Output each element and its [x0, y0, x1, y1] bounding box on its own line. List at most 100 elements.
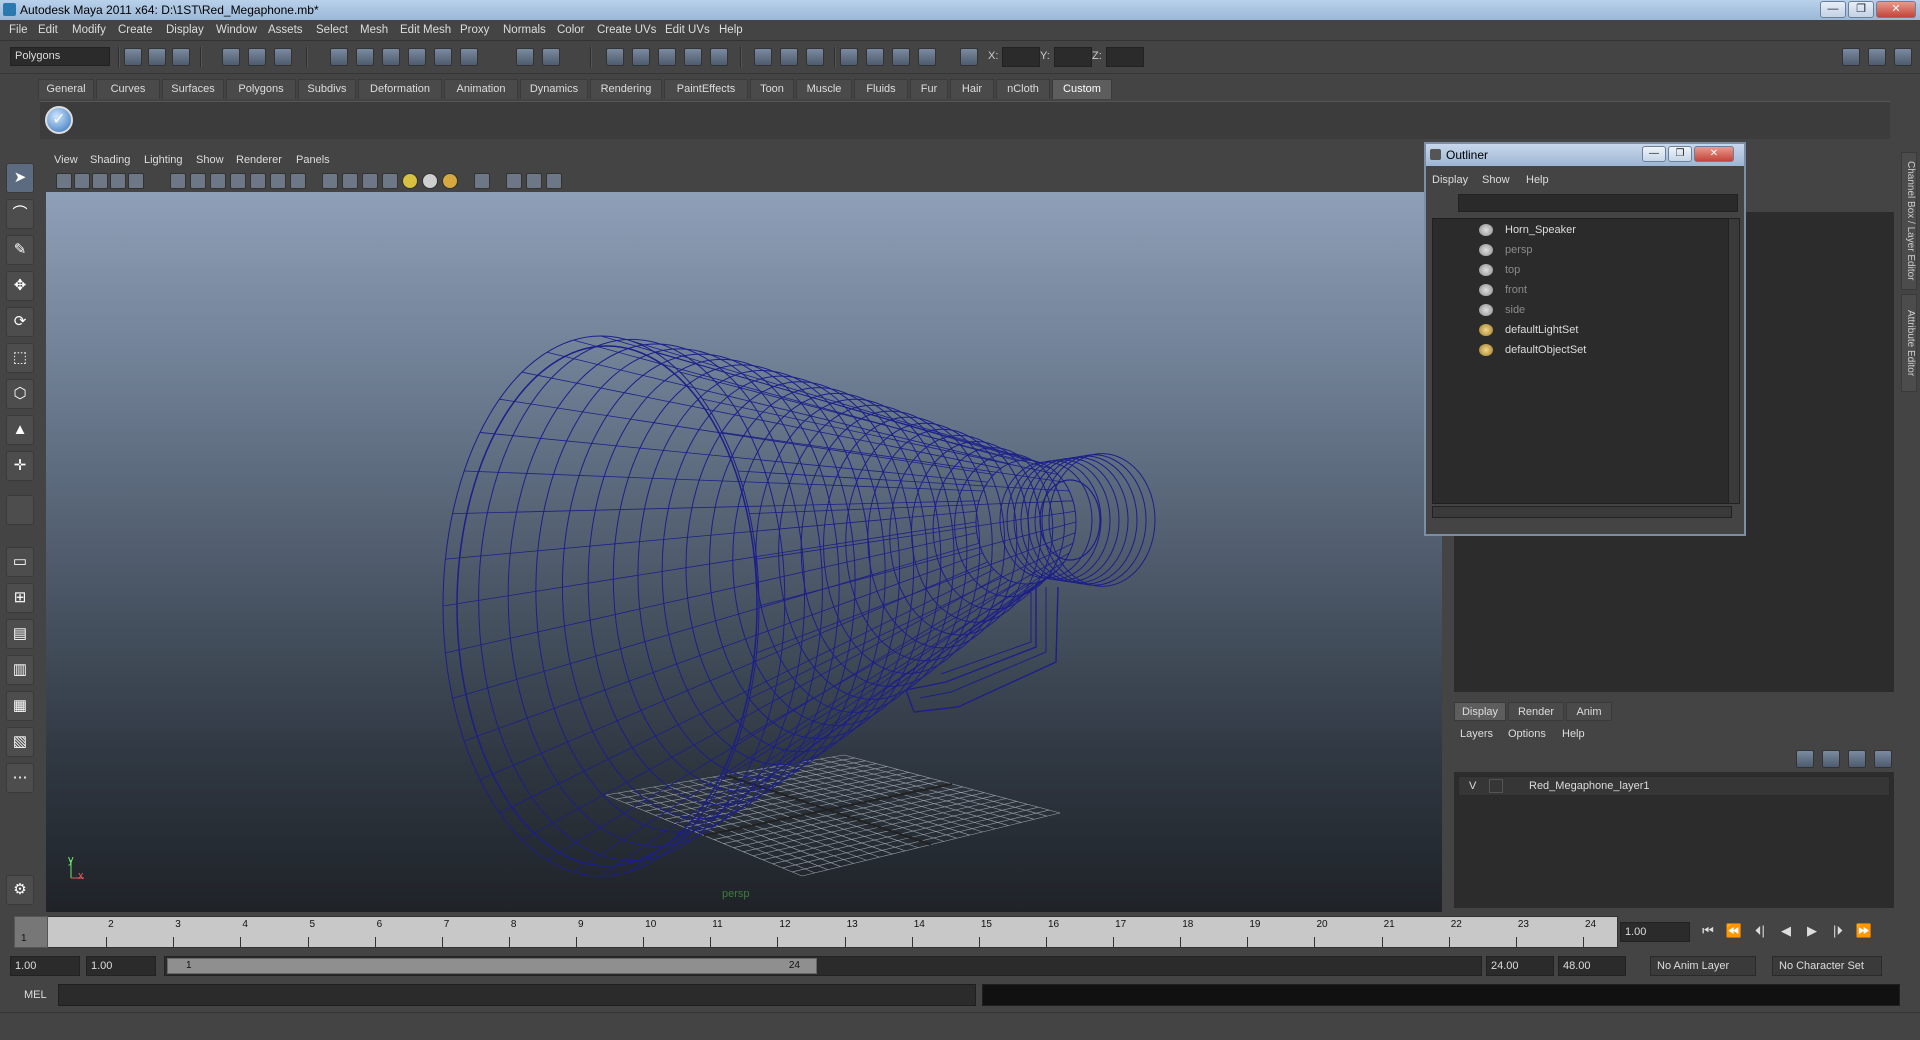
snap-curve-icon[interactable]: [356, 48, 374, 66]
close-button[interactable]: ✕: [1876, 1, 1916, 18]
camera-icon[interactable]: [840, 48, 858, 66]
step-back-key-button[interactable]: ⏪: [1722, 920, 1746, 942]
menu-proxy[interactable]: Proxy: [460, 24, 489, 36]
persp-graph-layout-icon[interactable]: ▥: [6, 655, 34, 685]
end-time-field[interactable]: 48.00: [1558, 956, 1626, 976]
current-frame-field[interactable]: 1.00: [1620, 922, 1690, 942]
time-slider[interactable]: 123456789101112131415161718192021222324: [14, 916, 1618, 948]
select-camera-icon[interactable]: [56, 173, 72, 189]
bookmark-icon[interactable]: [92, 173, 108, 189]
default-lighting-icon[interactable]: [402, 173, 418, 189]
layout-options-icon[interactable]: ⋯: [6, 763, 34, 793]
render-view-icon[interactable]: [710, 48, 728, 66]
gate-mask-icon[interactable]: [230, 173, 246, 189]
step-back-frame-button[interactable]: ⏴|: [1748, 920, 1772, 942]
smooth-shade-icon[interactable]: [342, 173, 358, 189]
sculpt-icon[interactable]: [754, 48, 772, 66]
new-layer-empty-icon[interactable]: [1796, 750, 1814, 768]
outliner-persp-layout-icon[interactable]: ▤: [6, 619, 34, 649]
outliner-item-horn-speaker[interactable]: Horn_Speaker: [1433, 221, 1723, 239]
menu-modify[interactable]: Modify: [72, 24, 106, 36]
layer-name[interactable]: Red_Megaphone_layer1: [1529, 780, 1649, 792]
wireframe-on-shaded-icon[interactable]: [362, 173, 378, 189]
move-tool-icon[interactable]: ✥: [6, 271, 34, 301]
outliner-item-front[interactable]: front: [1433, 281, 1723, 299]
side-tab-channel-box[interactable]: Channel Box / Layer Editor: [1901, 152, 1917, 290]
outliner-item-persp[interactable]: persp: [1433, 241, 1723, 259]
snap-point-icon[interactable]: [382, 48, 400, 66]
viewport-menu-renderer[interactable]: Renderer: [236, 154, 282, 166]
go-to-start-button[interactable]: ⏮: [1696, 920, 1720, 942]
viewport-menu-shading[interactable]: Shading: [90, 154, 130, 166]
layer-visibility-toggle[interactable]: V: [1469, 780, 1476, 792]
fluid-icon[interactable]: [780, 48, 798, 66]
new-scene-icon[interactable]: [124, 48, 142, 66]
shelf-tab-subdivs[interactable]: Subdivs: [298, 79, 356, 99]
outliner-item-default-light-set[interactable]: defaultLightSet: [1433, 321, 1723, 339]
mel-label[interactable]: MEL: [24, 989, 47, 1001]
transform-input-icon[interactable]: [960, 48, 978, 66]
outliner-item-side[interactable]: side: [1433, 301, 1723, 319]
viewport-menu-view[interactable]: View: [54, 154, 78, 166]
maximize-button[interactable]: ❐: [1848, 1, 1874, 18]
menu-set-dropdown[interactable]: Polygons: [10, 47, 110, 66]
lasso-tool-icon[interactable]: ⌒: [6, 199, 34, 229]
outliner-item-default-object-set[interactable]: defaultObjectSet: [1433, 341, 1723, 359]
viewport-menu-show[interactable]: Show: [196, 154, 224, 166]
layer-move-down-icon[interactable]: [1874, 750, 1892, 768]
menu-select[interactable]: Select: [316, 24, 348, 36]
scale-tool-icon[interactable]: ⬚: [6, 343, 34, 373]
graph-icon[interactable]: [866, 48, 884, 66]
open-scene-icon[interactable]: [148, 48, 166, 66]
hypergraph-icon[interactable]: [892, 48, 910, 66]
shelf-tab-muscle[interactable]: Muscle: [796, 79, 852, 99]
snap-view-icon[interactable]: [460, 48, 478, 66]
outliner-horizontal-scrollbar[interactable]: [1432, 506, 1732, 518]
hypershade-layout-icon[interactable]: ▦: [6, 691, 34, 721]
ipr-render-icon[interactable]: [632, 48, 650, 66]
outliner-item-top[interactable]: top: [1433, 261, 1723, 279]
render-icon[interactable]: [606, 48, 624, 66]
input-output-icon[interactable]: [542, 48, 560, 66]
resolution-gate-icon[interactable]: [210, 173, 226, 189]
step-forward-frame-button[interactable]: |⏵: [1826, 920, 1850, 942]
node-icon[interactable]: [918, 48, 936, 66]
current-time-indicator[interactable]: 1: [14, 916, 48, 948]
select-object-icon[interactable]: [248, 48, 266, 66]
rotate-tool-icon[interactable]: ⟳: [6, 307, 34, 337]
shelf-tab-dynamics[interactable]: Dynamics: [520, 79, 588, 99]
menu-edit-uvs[interactable]: Edit UVs: [665, 24, 710, 36]
menu-create[interactable]: Create: [118, 24, 153, 36]
menu-assets[interactable]: Assets: [268, 24, 303, 36]
select-tool-icon[interactable]: ➤: [6, 163, 34, 193]
y-field[interactable]: [1054, 47, 1092, 67]
lock-icon[interactable]: [516, 48, 534, 66]
shelf-tab-painteffects[interactable]: PaintEffects: [664, 79, 748, 99]
layer-menu-help[interactable]: Help: [1562, 728, 1585, 740]
layer-menu-options[interactable]: Options: [1508, 728, 1546, 740]
camera-attributes-icon[interactable]: [128, 173, 144, 189]
four-pane-layout-icon[interactable]: ⊞: [6, 583, 34, 613]
select-hierarchy-icon[interactable]: [222, 48, 240, 66]
tab-render[interactable]: Render: [1508, 702, 1564, 721]
hypershade-icon[interactable]: [684, 48, 702, 66]
script-editor-icon[interactable]: ⚙: [6, 875, 34, 905]
shadows-icon[interactable]: [442, 173, 458, 189]
menu-edit-mesh[interactable]: Edit Mesh: [400, 24, 451, 36]
mel-command-input[interactable]: [58, 984, 976, 1006]
checkmark-icon[interactable]: ✓: [45, 106, 73, 134]
viewport-menu-panels[interactable]: Panels: [296, 154, 330, 166]
all-lights-icon[interactable]: [422, 173, 438, 189]
snap-plane-icon[interactable]: [408, 48, 426, 66]
side-tab-attribute-editor[interactable]: Attribute Editor: [1901, 294, 1917, 392]
anim-layer-dropdown[interactable]: No Anim Layer: [1650, 956, 1756, 976]
grid-icon[interactable]: [170, 173, 186, 189]
minimize-button[interactable]: —: [1820, 1, 1846, 18]
menu-window[interactable]: Window: [216, 24, 257, 36]
start-time-field[interactable]: 1.00: [10, 956, 80, 976]
shelf-tab-rendering[interactable]: Rendering: [590, 79, 662, 99]
outliner-filter-input[interactable]: [1458, 194, 1738, 212]
shelf-tab-surfaces[interactable]: Surfaces: [162, 79, 224, 99]
range-slider-handle[interactable]: 1 24: [167, 958, 817, 974]
image-plane-icon[interactable]: [110, 173, 126, 189]
